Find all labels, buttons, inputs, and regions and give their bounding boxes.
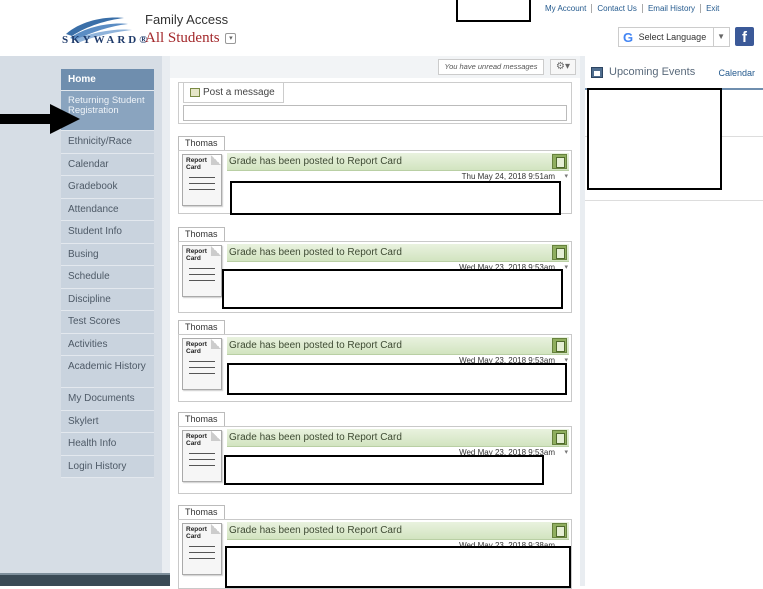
card-body: Report Card Grade has been posted to Rep…: [178, 334, 572, 402]
chevron-down-icon: ▼: [713, 28, 725, 46]
arrow-annotation-icon: [0, 104, 80, 134]
card-body: Report Card Grade has been posted to Rep…: [178, 241, 572, 313]
edit-icon: [190, 87, 200, 97]
post-message-label: Post a message: [203, 87, 275, 98]
card-body: Report Card Grade has been posted to Rep…: [178, 150, 572, 215]
card-date: Thu May 24, 2018 9:51am: [461, 172, 555, 181]
sidebar-item-academic-history[interactable]: Academic History: [61, 356, 154, 388]
sidebar-item-my-documents[interactable]: My Documents: [61, 388, 154, 411]
redacted-box: [224, 455, 544, 485]
facebook-icon[interactable]: f: [735, 27, 754, 46]
sidebar-item-activities[interactable]: Activities: [61, 333, 154, 356]
student-selector-label: All Students: [145, 30, 220, 46]
report-card-link-icon[interactable]: [552, 338, 567, 353]
divider: [585, 200, 763, 201]
card-header: Grade has been posted to Report Card: [227, 522, 569, 540]
card-header: Grade has been posted to Report Card: [227, 337, 569, 355]
report-card-link-icon[interactable]: [552, 245, 567, 260]
exit-link[interactable]: Exit: [700, 4, 724, 13]
header: SKYWARD® Family Access All Students ▾ My…: [0, 0, 763, 56]
google-icon: G: [623, 29, 634, 45]
card-title: Grade has been posted to Report Card: [229, 525, 402, 536]
report-card-link-icon[interactable]: [552, 430, 567, 445]
language-label: Select Language: [638, 32, 707, 42]
redacted-box: [587, 88, 722, 190]
calendar-icon: [591, 67, 603, 78]
card-header: Grade has been posted to Report Card: [227, 429, 569, 447]
sidebar-item-schedule[interactable]: Schedule: [61, 266, 154, 289]
sidebar-item-discipline[interactable]: Discipline: [61, 288, 154, 311]
report-card-icon: Report Card: [182, 430, 222, 482]
chevron-down-icon[interactable]: ▾: [564, 172, 568, 180]
redacted-box: [456, 0, 531, 22]
chevron-down-icon[interactable]: ▾: [564, 263, 568, 271]
sidebar-item-student-info[interactable]: Student Info: [61, 221, 154, 244]
card-title: Grade has been posted to Report Card: [229, 156, 402, 167]
sidebar-item-login-history[interactable]: Login History: [61, 455, 154, 478]
student-tab[interactable]: Thomas: [178, 320, 225, 334]
student-tab[interactable]: Thomas: [178, 412, 225, 426]
student-tab[interactable]: Thomas: [178, 227, 225, 241]
card-title: Grade has been posted to Report Card: [229, 247, 402, 258]
chevron-down-icon[interactable]: ▾: [564, 448, 568, 456]
card-title: Grade has been posted to Report Card: [229, 340, 402, 351]
redacted-box: [222, 269, 563, 309]
redacted-box: [225, 546, 571, 588]
calendar-link[interactable]: Calendar: [718, 68, 755, 78]
student-selector[interactable]: All Students ▾: [145, 30, 237, 47]
report-card-link-icon[interactable]: [552, 154, 567, 169]
sidebar-item-test-scores[interactable]: Test Scores: [61, 311, 154, 334]
contact-us-link[interactable]: Contact Us: [591, 4, 642, 13]
redacted-box: [227, 363, 567, 395]
chevron-down-icon[interactable]: ▾: [225, 33, 237, 45]
card-body: Report Card Grade has been posted to Rep…: [178, 426, 572, 494]
card-body: Report Card Grade has been posted to Rep…: [178, 519, 572, 589]
student-tab[interactable]: Thomas: [178, 505, 225, 519]
post-message-box: Post a message: [178, 82, 572, 124]
post-message-input[interactable]: [183, 105, 567, 121]
sidebar-item-ethnicity-race[interactable]: Ethnicity/Race: [61, 131, 154, 154]
report-card-link-icon[interactable]: [552, 523, 567, 538]
report-card-icon: Report Card: [182, 154, 222, 206]
card-title: Grade has been posted to Report Card: [229, 432, 402, 443]
sidebar-item-health-info[interactable]: Health Info: [61, 433, 154, 456]
top-links: My Account Contact Us Email History Exit: [540, 4, 724, 18]
language-selector[interactable]: G Select Language ▼: [618, 27, 730, 47]
unread-messages-button[interactable]: You have unread messages: [438, 59, 544, 75]
card-header: Grade has been posted to Report Card: [227, 244, 569, 262]
my-account-link[interactable]: My Account: [540, 4, 591, 13]
sidebar-item-gradebook[interactable]: Gradebook: [61, 176, 154, 199]
message-feed: You have unread messages ⚙▾ Post a messa…: [170, 56, 580, 589]
student-tab[interactable]: Thomas: [178, 136, 225, 150]
sidebar-item-calendar[interactable]: Calendar: [61, 153, 154, 176]
gear-icon[interactable]: ⚙▾: [550, 59, 576, 75]
post-message-tab[interactable]: Post a message: [183, 83, 284, 103]
sidebar-item-skylert[interactable]: Skylert: [61, 410, 154, 433]
app-title: Family Access: [145, 12, 229, 27]
sidebar-item-home[interactable]: Home: [61, 69, 154, 91]
report-card-icon: Report Card: [182, 245, 222, 297]
upcoming-events-title: Upcoming Events: [609, 66, 696, 78]
report-card-icon: Report Card: [182, 338, 222, 390]
card-header: Grade has been posted to Report Card: [227, 153, 569, 171]
upcoming-events-header: Upcoming Events Calendar: [585, 56, 763, 90]
email-history-link[interactable]: Email History: [641, 4, 700, 13]
redacted-box: [230, 181, 561, 215]
upcoming-events-panel: Upcoming Events Calendar: [585, 56, 763, 586]
skyward-logo-text: SKYWARD®: [62, 34, 151, 46]
report-card-icon: Report Card: [182, 523, 222, 575]
sidebar-item-attendance[interactable]: Attendance: [61, 198, 154, 221]
sidebar-item-busing[interactable]: Busing: [61, 243, 154, 266]
feed-toolbar: You have unread messages ⚙▾: [170, 56, 580, 78]
